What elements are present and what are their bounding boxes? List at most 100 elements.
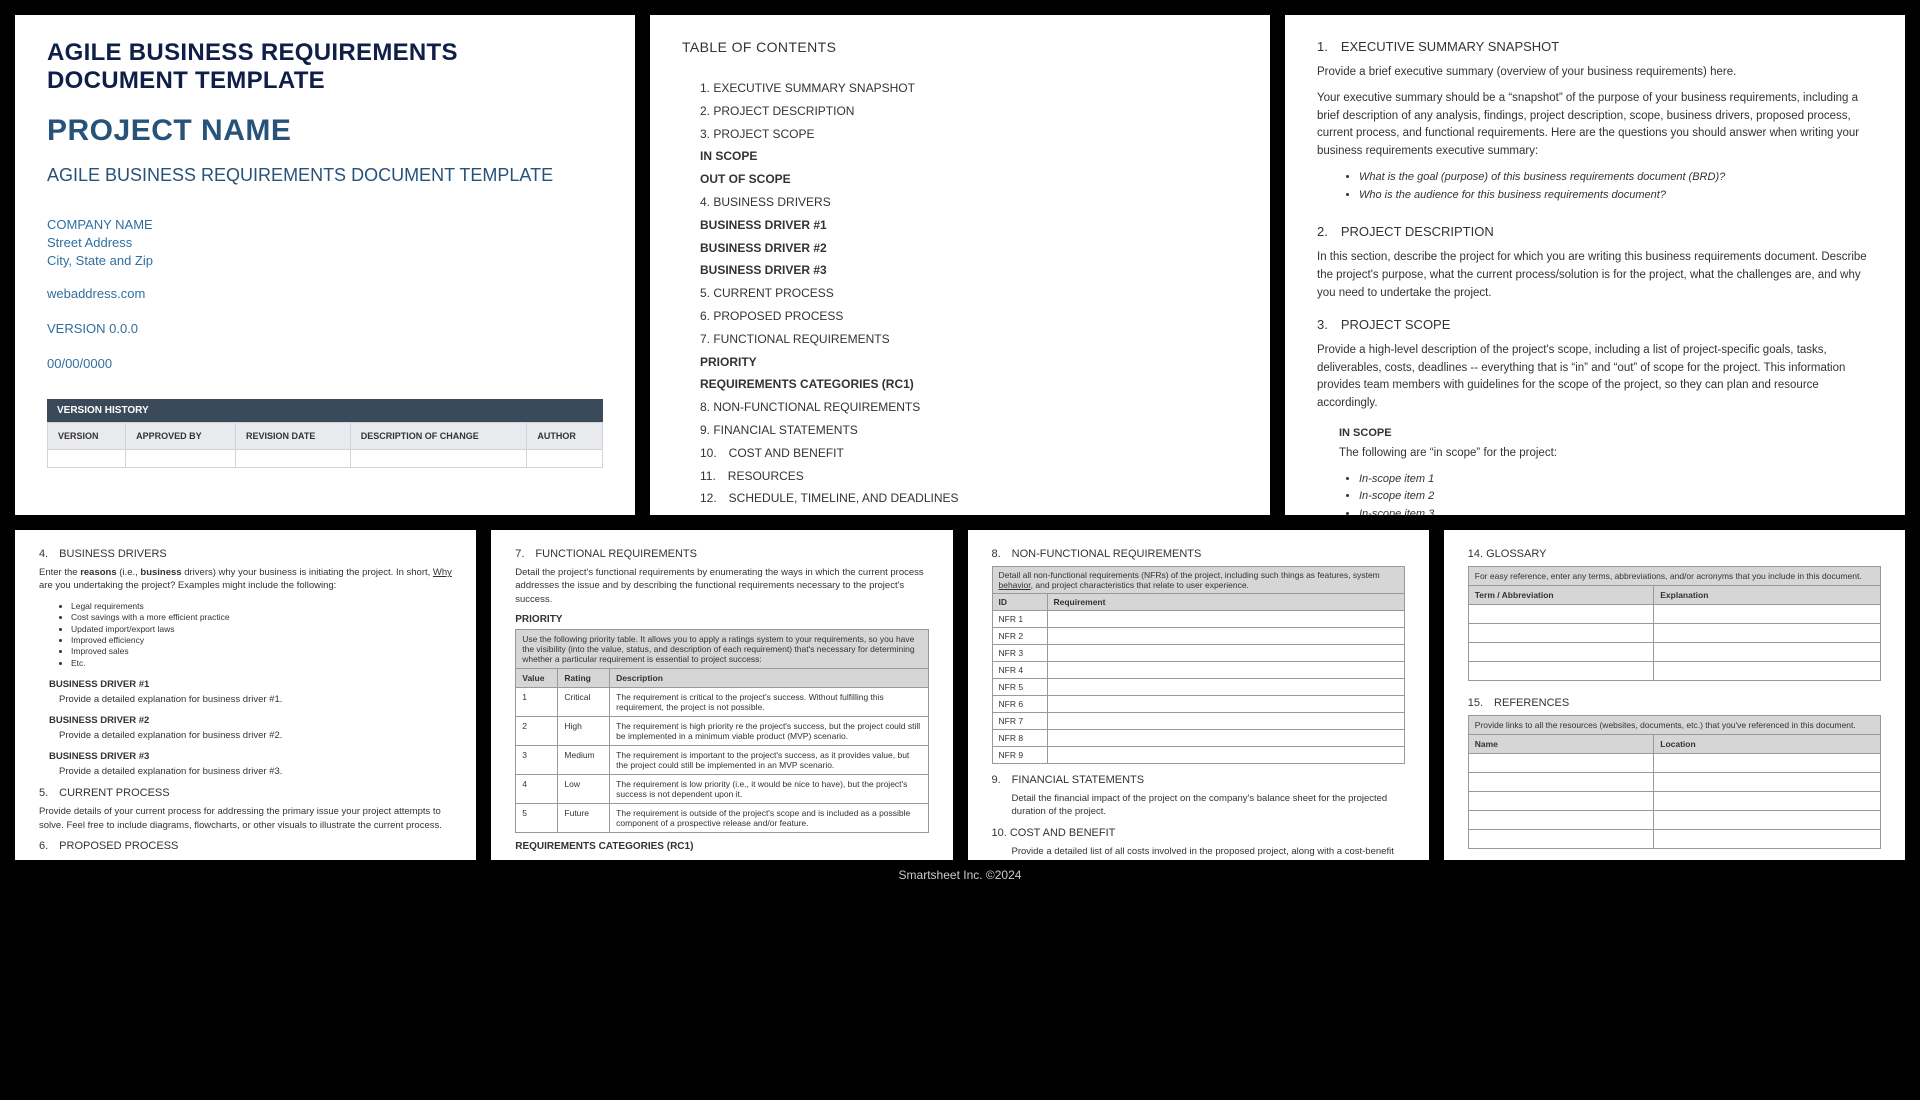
toc-item: 1. EXECUTIVE SUMMARY SNAPSHOT	[682, 77, 1238, 100]
refs-col-loc: Location	[1654, 735, 1881, 754]
toc-item: 5. CURRENT PROCESS	[682, 282, 1238, 305]
bd2-text: Provide a detailed explanation for busin…	[59, 730, 452, 741]
section-15-heading: 15. REFERENCES	[1468, 697, 1881, 709]
gloss-col-explain: Explanation	[1654, 586, 1881, 605]
bd-example: Updated import/export laws	[71, 624, 452, 635]
nfr-col-req: Requirement	[1047, 594, 1404, 611]
toc-item: BUSINESS DRIVER #1	[682, 214, 1238, 237]
priority-heading: PRIORITY	[515, 614, 928, 625]
section-1-heading: 1. EXECUTIVE SUMMARY SNAPSHOT	[1317, 39, 1873, 54]
toc-item: BUSINESS DRIVER #3	[682, 259, 1238, 282]
priority-row: 1CriticalThe requirement is critical to …	[516, 687, 928, 716]
bd3-heading: BUSINESS DRIVER #3	[49, 751, 452, 762]
section-5-heading: 5. CURRENT PROCESS	[39, 787, 452, 799]
glossary-table: For easy reference, enter any terms, abb…	[1468, 566, 1881, 681]
toc-item: BUSINESS DRIVER #2	[682, 237, 1238, 260]
section-2-p: In this section, describe the project fo…	[1317, 249, 1873, 302]
toc-item: OUT OF SCOPE	[682, 168, 1238, 191]
vh-col-revdate: REVISION DATE	[236, 423, 351, 450]
section-6-heading: 6. PROPOSED PROCESS	[39, 840, 452, 852]
references-table: Provide links to all the resources (webs…	[1468, 715, 1881, 849]
priority-table: Use the following priority table. It all…	[515, 629, 928, 833]
toc-item: PRIORITY	[682, 351, 1238, 374]
toc-item: 12. SCHEDULE, TIMELINE, AND DEADLINES	[682, 487, 1238, 510]
toc-item: IN SCOPE	[682, 145, 1238, 168]
section-10-heading: 10. COST AND BENEFIT	[992, 827, 1405, 839]
section-4-heading: 4. BUSINESS DRIVERS	[39, 548, 452, 560]
priority-intro: Use the following priority table. It all…	[516, 629, 928, 668]
toc-item: 10. COST AND BENEFIT	[682, 442, 1238, 465]
section-4-p: Enter the reasons (i.e., business driver…	[39, 566, 452, 593]
bd-examples-list: Legal requirementsCost savings with a mo…	[71, 601, 452, 670]
bd1-heading: BUSINESS DRIVER #1	[49, 679, 452, 690]
in-scope-list: In-scope item 1In-scope item 2In-scope i…	[1359, 471, 1873, 515]
pri-col-rating: Rating	[558, 668, 610, 687]
section-10-p: Provide a detailed list of all costs inv…	[1012, 845, 1405, 860]
toc-item: REQUIREMENTS CATEGORIES (RC1)	[682, 373, 1238, 396]
refs-intro: Provide links to all the resources (webs…	[1468, 716, 1880, 735]
bd-example: Improved sales	[71, 646, 452, 657]
nfr-row: NFR 9	[992, 747, 1404, 764]
section-1-bullet-1: What is the goal (purpose) of this busin…	[1359, 169, 1873, 187]
city-state-zip: City, State and Zip	[47, 252, 603, 270]
nfr-row: NFR 1	[992, 611, 1404, 628]
nfr-row: NFR 6	[992, 696, 1404, 713]
in-scope-item: In-scope item 3	[1359, 506, 1873, 515]
toc-item: 3. PROJECT SCOPE	[682, 123, 1238, 146]
gloss-col-term: Term / Abbreviation	[1468, 586, 1654, 605]
company-name: COMPANY NAME	[47, 216, 603, 234]
priority-row: 2HighThe requirement is high priority re…	[516, 716, 928, 745]
section-1-p2: Your executive summary should be a “snap…	[1317, 90, 1873, 161]
nfr-row: NFR 4	[992, 662, 1404, 679]
toc-title: TABLE OF CONTENTS	[682, 39, 1238, 55]
section-3-heading: 3. PROJECT SCOPE	[1317, 317, 1873, 332]
nfr-row: NFR 2	[992, 628, 1404, 645]
in-scope-item: In-scope item 1	[1359, 471, 1873, 489]
pri-col-value: Value	[516, 668, 558, 687]
project-name: PROJECT NAME	[47, 114, 603, 148]
toc-item: 2. PROJECT DESCRIPTION	[682, 100, 1238, 123]
street-address: Street Address	[47, 234, 603, 252]
nfr-row: NFR 3	[992, 645, 1404, 662]
version-history-table: VERSION APPROVED BY REVISION DATE DESCRI…	[47, 422, 603, 468]
nfr-row: NFR 5	[992, 679, 1404, 696]
bd-example: Legal requirements	[71, 601, 452, 612]
page-nfr: 8. NON-FUNCTIONAL REQUIREMENTS Detail al…	[968, 530, 1429, 860]
page-glossary-refs: 14. GLOSSARY For easy reference, enter a…	[1444, 530, 1905, 860]
vh-col-desc: DESCRIPTION OF CHANGE	[350, 423, 527, 450]
bd-example: Improved efficiency	[71, 635, 452, 646]
section-9-p: Detail the financial impact of the proje…	[1012, 792, 1405, 819]
bd-example: Cost savings with a more efficient pract…	[71, 612, 452, 623]
footer-copyright: Smartsheet Inc. ©2024	[15, 860, 1905, 882]
in-scope-p: The following are “in scope” for the pro…	[1339, 445, 1873, 463]
section-3-p: Provide a high-level description of the …	[1317, 342, 1873, 413]
section-9-heading: 9. FINANCIAL STATEMENTS	[992, 774, 1405, 786]
section-7-p: Detail the project's functional requirem…	[515, 566, 928, 606]
toc-list: 1. EXECUTIVE SUMMARY SNAPSHOT2. PROJECT …	[682, 77, 1238, 515]
page-cover: AGILE BUSINESS REQUIREMENTS DOCUMENT TEM…	[15, 15, 635, 515]
section-7-heading: 7. FUNCTIONAL REQUIREMENTS	[515, 548, 928, 560]
web-address: webaddress.com	[47, 286, 603, 301]
page-toc: TABLE OF CONTENTS 1. EXECUTIVE SUMMARY S…	[650, 15, 1270, 515]
page-functional-req: 7. FUNCTIONAL REQUIREMENTS Detail the pr…	[491, 530, 952, 860]
doc-subtitle: AGILE BUSINESS REQUIREMENTS DOCUMENT TEM…	[47, 164, 603, 187]
vh-col-version: VERSION	[48, 423, 126, 450]
toc-item: 11. RESOURCES	[682, 465, 1238, 488]
toc-item: 8. NON-FUNCTIONAL REQUIREMENTS	[682, 396, 1238, 419]
toc-item: 4. BUSINESS DRIVERS	[682, 191, 1238, 214]
page-exec-summary: 1. EXECUTIVE SUMMARY SNAPSHOT Provide a …	[1285, 15, 1905, 515]
vh-col-approved: APPROVED BY	[126, 423, 236, 450]
glossary-intro: For easy reference, enter any terms, abb…	[1468, 567, 1880, 586]
page-business-drivers: 4. BUSINESS DRIVERS Enter the reasons (i…	[15, 530, 476, 860]
date-label: 00/00/0000	[47, 356, 603, 371]
priority-row: 5FutureThe requirement is outside of the…	[516, 803, 928, 832]
priority-row: 4LowThe requirement is low priority (i.e…	[516, 774, 928, 803]
toc-item: 13. ASSUMPTIONS	[682, 510, 1238, 515]
priority-row: 3MediumThe requirement is important to t…	[516, 745, 928, 774]
pri-col-desc: Description	[610, 668, 928, 687]
section-1-p1: Provide a brief executive summary (overv…	[1317, 64, 1873, 82]
version-label: VERSION 0.0.0	[47, 321, 603, 336]
bd2-heading: BUSINESS DRIVER #2	[49, 715, 452, 726]
in-scope-heading: IN SCOPE	[1339, 427, 1873, 439]
version-history-header: VERSION HISTORY	[47, 399, 603, 422]
